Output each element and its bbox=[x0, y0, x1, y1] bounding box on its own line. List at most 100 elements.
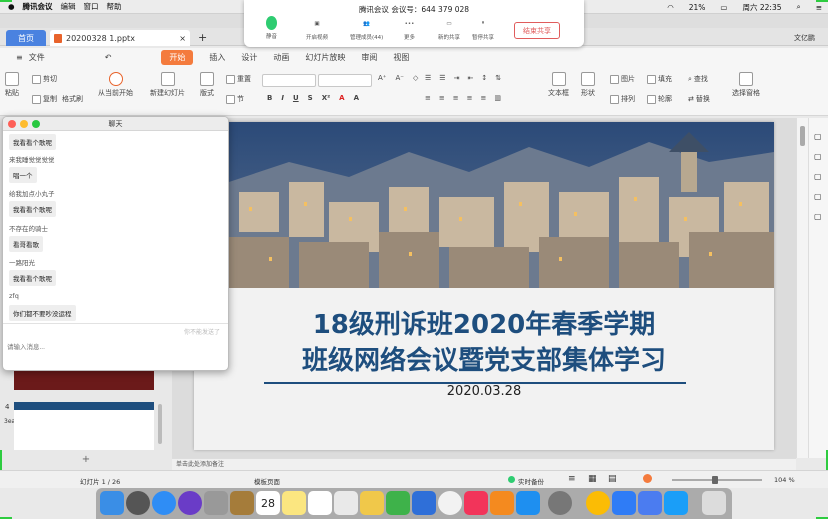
tab-start[interactable]: 开始 bbox=[161, 49, 194, 65]
tab-document[interactable]: 20200328 1.pptx × bbox=[50, 30, 190, 46]
add-slide-button[interactable]: + bbox=[62, 454, 110, 468]
search-icon[interactable]: ⌕ bbox=[797, 2, 801, 12]
sidebar-icon-1[interactable]: ▢ bbox=[814, 132, 822, 141]
font-color-icon[interactable]: A bbox=[339, 94, 344, 102]
thumbnail-4[interactable] bbox=[14, 402, 154, 450]
safari-icon[interactable] bbox=[152, 491, 176, 515]
bullet-list-icon[interactable]: ☰ bbox=[425, 74, 431, 82]
launchpad-icon[interactable] bbox=[126, 491, 150, 515]
sketch-icon[interactable] bbox=[360, 491, 384, 515]
battery-icon[interactable]: ▭ bbox=[720, 3, 727, 12]
new-slide-button[interactable]: 新建幻灯片 bbox=[150, 72, 185, 98]
replace-button[interactable]: ⇄ 替换 bbox=[688, 94, 710, 104]
line-spacing-icon[interactable]: ↕ bbox=[481, 74, 487, 82]
arrange-button[interactable]: 排列 bbox=[610, 94, 635, 104]
numbers-icon[interactable] bbox=[386, 491, 410, 515]
mute-button[interactable]: 静音 bbox=[266, 16, 277, 40]
settings-icon[interactable] bbox=[548, 491, 572, 515]
play-from-current-button[interactable]: 从当前开始 bbox=[98, 72, 133, 98]
view-normal-icon[interactable]: ≡ bbox=[568, 474, 576, 484]
view-sorter-icon[interactable]: ▦ bbox=[588, 474, 597, 484]
end-share-button[interactable]: 结束共享 bbox=[514, 22, 560, 39]
play-slideshow-icon[interactable] bbox=[643, 474, 652, 483]
menu-help[interactable]: 帮助 bbox=[107, 1, 122, 12]
notes-folder-icon[interactable] bbox=[230, 491, 254, 515]
align-center-icon[interactable]: ≡ bbox=[439, 94, 445, 102]
clock[interactable]: 周六 22:35 bbox=[743, 2, 782, 13]
reset-button[interactable]: 重置 bbox=[226, 74, 251, 84]
close-window-icon[interactable] bbox=[8, 120, 16, 128]
books-icon[interactable] bbox=[490, 491, 514, 515]
scroll-thumb[interactable] bbox=[800, 126, 805, 146]
realtime-backup[interactable]: 实时备份 bbox=[518, 476, 544, 486]
thumbnail-scrollbar[interactable] bbox=[158, 404, 162, 444]
outdent-icon[interactable]: ⇤ bbox=[467, 74, 473, 82]
sidebar-icon-4[interactable]: ▢ bbox=[814, 192, 822, 201]
columns-icon[interactable]: ▥ bbox=[494, 94, 501, 102]
user-name[interactable]: 文亿鹏 bbox=[794, 33, 815, 43]
shrink-font-icon[interactable]: A⁻ bbox=[395, 74, 403, 82]
file-menu[interactable]: 文件 bbox=[29, 52, 45, 63]
shape-button[interactable]: 形状 bbox=[581, 72, 595, 98]
tab-insert[interactable]: 插入 bbox=[209, 52, 225, 63]
menu-app[interactable]: 腾讯会议 bbox=[23, 1, 53, 12]
highlight-icon[interactable]: A bbox=[354, 94, 359, 102]
view-reading-icon[interactable]: ▤ bbox=[608, 474, 617, 484]
section-button[interactable]: 节 bbox=[226, 94, 244, 104]
mail-icon[interactable] bbox=[334, 491, 358, 515]
slide-title-line1[interactable]: 18级刑诉班2020年春季学期 bbox=[194, 304, 774, 341]
sidebar-icon-3[interactable]: ▢ bbox=[814, 172, 822, 181]
notes-bar[interactable]: 单击此处添加备注 bbox=[172, 458, 796, 470]
distribute-icon[interactable]: ≡ bbox=[481, 94, 487, 102]
chat-input[interactable] bbox=[7, 339, 225, 355]
align-left-icon[interactable]: ≡ bbox=[425, 94, 431, 102]
close-icon[interactable]: × bbox=[179, 34, 186, 43]
fill-button[interactable]: 填充 bbox=[647, 74, 672, 84]
music-icon[interactable] bbox=[464, 491, 488, 515]
canvas-scrollbar[interactable] bbox=[796, 118, 808, 458]
number-list-icon[interactable]: ☰ bbox=[439, 74, 445, 82]
lark-icon[interactable] bbox=[664, 491, 688, 515]
layout-button[interactable]: 版式 bbox=[200, 72, 214, 98]
tab-design[interactable]: 设计 bbox=[241, 52, 257, 63]
keynote-icon[interactable] bbox=[412, 491, 436, 515]
tab-animation[interactable]: 动画 bbox=[273, 52, 289, 63]
superscript-icon[interactable]: X² bbox=[322, 94, 330, 102]
template-label[interactable]: 模板页面 bbox=[254, 476, 280, 486]
pause-share-button[interactable]: ⏸ 暂停共享 bbox=[472, 16, 494, 41]
strikethrough-icon[interactable]: S bbox=[308, 94, 313, 102]
photos-icon[interactable] bbox=[438, 491, 462, 515]
wps-icon[interactable] bbox=[638, 491, 662, 515]
tab-home[interactable]: 首页 bbox=[6, 30, 46, 46]
slide-1[interactable]: 18级刑诉班2020年春季学期 班级网络会议暨党支部集体学习 2020.03.2… bbox=[194, 122, 774, 450]
clear-format-icon[interactable]: ◇ bbox=[413, 74, 418, 82]
new-tab-button[interactable]: + bbox=[198, 31, 207, 44]
font-name-select[interactable] bbox=[262, 74, 316, 87]
siri-icon[interactable] bbox=[178, 491, 202, 515]
paste-button[interactable]: 粘贴 bbox=[5, 72, 19, 98]
manage-members-button[interactable]: 👥 管理成员(44) bbox=[350, 16, 383, 42]
text-direction-icon[interactable]: ⇅ bbox=[495, 74, 501, 82]
font-size-select[interactable] bbox=[318, 74, 372, 87]
video-button[interactable]: ▣ 开启视频 bbox=[306, 16, 328, 42]
chrome-icon[interactable] bbox=[586, 491, 610, 515]
image-button[interactable]: 图片 bbox=[610, 74, 635, 84]
finder-icon[interactable] bbox=[100, 491, 124, 515]
justify-icon[interactable]: ≡ bbox=[467, 94, 473, 102]
tab-view[interactable]: 视图 bbox=[393, 52, 409, 63]
copy-button[interactable]: 复制 bbox=[32, 94, 57, 104]
photos-viewer-icon[interactable] bbox=[204, 491, 228, 515]
more-button[interactable]: ••• 更多 bbox=[402, 16, 417, 42]
apple-icon[interactable]: ● bbox=[8, 2, 15, 11]
menu-window[interactable]: 窗口 bbox=[84, 1, 99, 12]
slide-title-line2[interactable]: 班级网络会议暨党支部集体学习 bbox=[194, 340, 774, 377]
tab-review[interactable]: 审阅 bbox=[361, 52, 377, 63]
notes-icon[interactable] bbox=[282, 491, 306, 515]
sidebar-icon-5[interactable]: ▢ bbox=[814, 212, 822, 221]
sidebar-icon-2[interactable]: ▢ bbox=[814, 152, 822, 161]
undo-icon[interactable]: ↶ bbox=[105, 53, 112, 62]
trash-icon[interactable] bbox=[702, 491, 726, 515]
find-button[interactable]: ⌕ 查找 bbox=[688, 74, 708, 84]
reminders-icon[interactable] bbox=[308, 491, 332, 515]
new-share-button[interactable]: ▭ 新的共享 bbox=[438, 16, 460, 42]
